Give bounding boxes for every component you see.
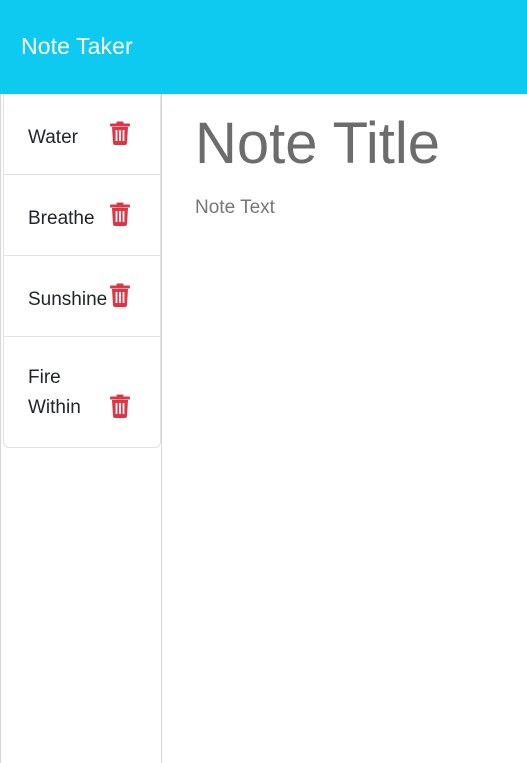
trash-icon[interactable] bbox=[110, 121, 130, 145]
trash-icon[interactable] bbox=[110, 394, 130, 418]
list-item[interactable]: Fire Within bbox=[4, 337, 160, 447]
note-editor bbox=[162, 94, 527, 763]
trash-icon[interactable] bbox=[110, 202, 130, 226]
note-title-item[interactable]: Water bbox=[28, 123, 114, 153]
navbar: Note Taker bbox=[0, 0, 527, 94]
note-title-item[interactable]: Breathe bbox=[28, 204, 114, 234]
notes-list: Water Breathe Sunshine Fire Within bbox=[3, 94, 161, 448]
app-brand[interactable]: Note Taker bbox=[21, 31, 133, 61]
list-item[interactable]: Breathe bbox=[4, 175, 160, 256]
notes-sidebar: Water Breathe Sunshine Fire Within bbox=[0, 94, 162, 763]
note-text-area[interactable] bbox=[195, 195, 515, 695]
list-item[interactable]: Water bbox=[4, 94, 160, 175]
note-title-item[interactable]: Fire Within bbox=[28, 363, 114, 423]
list-item[interactable]: Sunshine bbox=[4, 256, 160, 337]
trash-icon[interactable] bbox=[110, 283, 130, 307]
note-title-item[interactable]: Sunshine bbox=[28, 285, 114, 315]
note-title-input[interactable] bbox=[195, 108, 515, 180]
